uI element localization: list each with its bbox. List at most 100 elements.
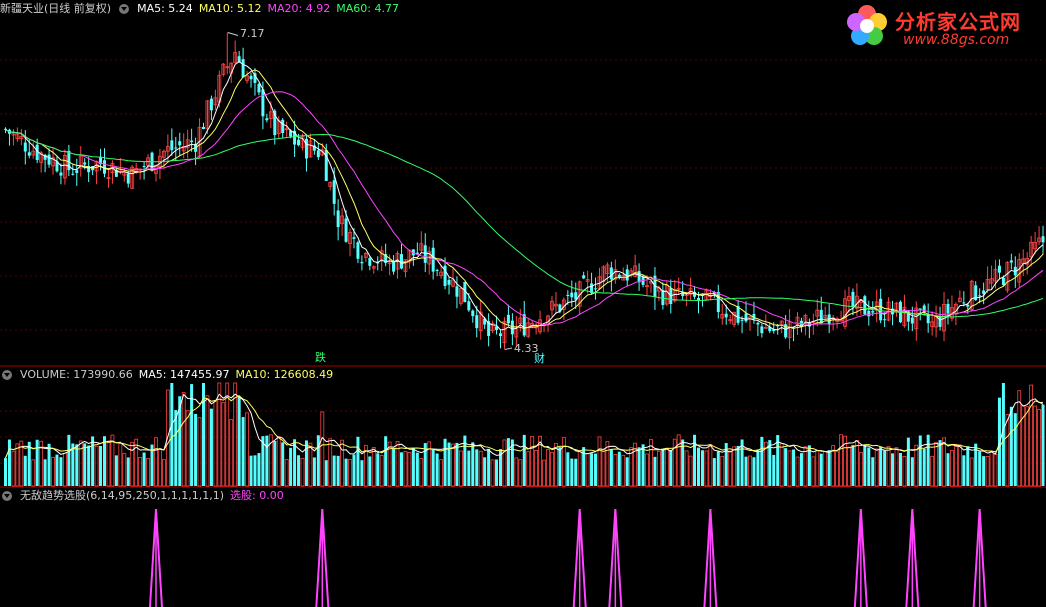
candle <box>126 173 130 184</box>
candle <box>467 301 471 311</box>
volume-bar <box>103 436 106 486</box>
ma60-label: MA60: 4.77 <box>336 2 399 15</box>
volume-bar <box>819 453 823 486</box>
volume-bar <box>914 444 919 487</box>
volume-bar <box>1041 404 1045 486</box>
volume-bar <box>799 453 803 486</box>
volume-bar <box>487 448 491 486</box>
volume-bar <box>693 434 697 486</box>
volume-bar <box>664 448 669 487</box>
candle <box>566 294 570 296</box>
ma10-label: MA10: 5.12 <box>198 2 262 15</box>
volume-bar <box>732 446 737 487</box>
candle <box>863 296 867 315</box>
candle <box>423 245 427 263</box>
volume-bar <box>704 450 709 487</box>
volume-bar <box>181 392 186 487</box>
volume-bar <box>213 400 218 487</box>
volume-bar <box>332 455 336 486</box>
signal-title: 无敌趋势选股(6,14,95,250,1,1,1,1,1,1) <box>20 489 225 502</box>
vol-ma5-label: MA5: 147455.97 <box>138 368 230 381</box>
volume-bar <box>158 448 162 487</box>
volume-bar <box>483 457 487 486</box>
volume-bar <box>534 449 539 487</box>
volume-bar <box>700 450 704 486</box>
volume-bar <box>1013 413 1017 486</box>
volume-bar <box>1005 414 1010 487</box>
volume-bar <box>431 449 435 486</box>
volume-bar <box>815 450 820 487</box>
volume-bar <box>847 446 851 487</box>
volume-bar <box>938 440 942 486</box>
volume-bar <box>174 410 178 486</box>
candle <box>265 118 269 121</box>
volume-bar <box>851 445 855 486</box>
candle <box>966 304 970 307</box>
logo-name: 分析家公式网 <box>895 10 1021 34</box>
volume-bar <box>839 434 843 487</box>
volume-bar <box>110 434 115 487</box>
volume-bar <box>946 453 950 486</box>
candle <box>75 170 79 173</box>
volume-bar <box>518 459 523 487</box>
volume-bar <box>744 456 748 486</box>
volume-bar <box>954 446 958 487</box>
candle <box>946 303 950 314</box>
ma5-line <box>5 61 1044 331</box>
candle <box>170 140 174 151</box>
dropdown-icon[interactable] <box>2 370 12 380</box>
candle <box>740 319 744 321</box>
dropdown-icon[interactable] <box>2 491 12 501</box>
volume-bar <box>601 449 606 487</box>
ma-lines <box>5 61 1044 331</box>
volume-bar <box>130 441 135 487</box>
volume-bar <box>736 445 740 486</box>
volume-bar <box>376 453 380 486</box>
candle <box>716 292 720 312</box>
volume-bar <box>871 457 875 486</box>
volume-bar <box>371 447 376 487</box>
volume-bar <box>684 450 689 487</box>
volume-bar <box>312 457 316 486</box>
ma20-line <box>5 91 1044 326</box>
volume-bar <box>241 417 245 486</box>
volume-bar <box>661 448 665 486</box>
volume-bar <box>281 442 285 486</box>
volume-bar <box>669 449 673 486</box>
volume-bar <box>19 440 24 487</box>
volume-bar <box>918 435 922 486</box>
volume-bar <box>304 440 308 486</box>
volume-bar <box>185 410 190 487</box>
volume-bar <box>289 447 293 486</box>
volume-bar <box>221 402 226 487</box>
volume-bar <box>1025 406 1030 487</box>
candle <box>756 322 760 325</box>
dropdown-icon[interactable] <box>119 4 130 14</box>
volume-bar <box>1017 390 1022 487</box>
volume-bar <box>962 455 966 486</box>
volume-bar <box>625 457 629 486</box>
volume-bar <box>526 451 531 487</box>
volume-bar <box>894 447 899 487</box>
volume-bar <box>585 453 590 487</box>
volume-bar <box>245 412 249 487</box>
volume-bar <box>574 458 578 486</box>
volume-bar <box>807 445 811 486</box>
candle <box>582 275 586 279</box>
volume-bar <box>75 444 79 486</box>
volume-bar <box>554 442 558 487</box>
candle <box>336 210 340 228</box>
volume-bar <box>475 449 479 486</box>
annotations: 7.17 4.33 跌 财 <box>227 27 545 365</box>
flower-logo-icon <box>847 5 887 45</box>
volume-bar <box>982 456 986 486</box>
candle <box>23 142 27 152</box>
volume-bar <box>823 451 828 487</box>
ma20-label: MA20: 4.92 <box>267 2 331 15</box>
volume-bar <box>792 449 796 486</box>
volume-bar <box>471 442 475 486</box>
logo-url: www.88gs.com <box>903 32 1010 48</box>
volume-bar <box>688 455 693 487</box>
candle <box>570 292 574 298</box>
candle <box>661 290 665 305</box>
